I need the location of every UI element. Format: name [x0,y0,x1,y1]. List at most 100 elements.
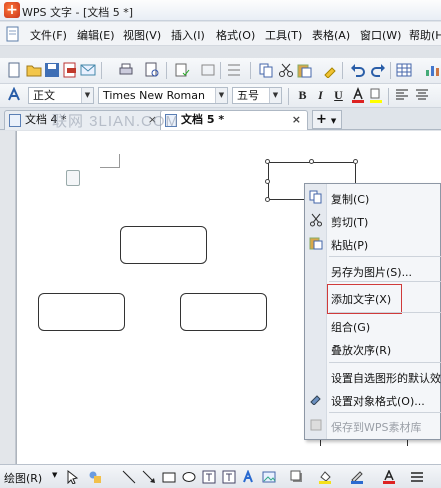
toolbar-separator [220,62,221,79]
paste-icon[interactable] [296,62,312,78]
toolbar-separator [250,62,251,79]
menu-insert[interactable]: 插入(I) [171,27,205,43]
format-table-icon[interactable] [226,62,242,78]
line-style-icon[interactable] [410,470,424,484]
ctx-paste[interactable]: 粘贴(P) [331,237,368,253]
ctx-copy[interactable]: 复制(C) [331,191,369,207]
tab-document-5[interactable]: 文档 5 * × [160,110,308,130]
line-color-icon[interactable] [350,470,364,484]
standard-toolbar [0,58,441,84]
font-select[interactable]: Times New Roman ▼ [98,87,228,104]
font-size-select[interactable]: 五号 ▼ [232,87,282,104]
font-color-icon[interactable] [350,87,366,103]
bold-button[interactable]: B [294,87,311,104]
rounded-rectangle-shape[interactable] [120,226,207,264]
plus-icon: + [316,112,327,127]
ctx-format-object[interactable]: 设置对象格式(O)... [331,393,425,409]
undo-icon[interactable] [350,62,366,78]
print-icon[interactable] [118,62,134,78]
draw-menu-button[interactable]: 绘图(R) [4,470,42,486]
ctx-save-as-image[interactable]: 另存为图片(S)... [331,264,412,280]
export-pdf-icon[interactable] [62,62,78,78]
wordart-icon[interactable] [242,470,256,484]
fill-color-icon[interactable] [318,470,332,484]
track-changes-icon[interactable] [200,62,216,78]
tab-label: 文档 5 * [181,113,225,126]
resize-handle[interactable] [265,197,270,202]
rounded-rectangle-shape[interactable] [38,293,125,331]
rounded-rectangle-shape[interactable] [180,293,267,331]
resize-handle[interactable] [309,159,314,164]
menu-separator [329,412,441,413]
ctx-set-default-shape-effect[interactable]: 设置自选图形的默认效果 [331,370,441,386]
insert-table-icon[interactable] [396,62,412,78]
menu-edit[interactable]: 编辑(E) [77,27,115,43]
menu-window[interactable]: 窗口(W) [360,27,401,43]
spell-check-icon[interactable] [174,62,190,78]
format-painter-icon[interactable] [322,62,338,78]
menu-help[interactable]: 帮助(H) [409,27,441,43]
menu-bar: 文件(F) 编辑(E) 视图(V) 插入(I) 格式(O) 工具(T) 表格(A… [0,22,441,46]
rectangle-icon[interactable] [162,470,176,484]
window-title: WPS 文字 - [文档 5 *] [22,6,134,19]
menu-format[interactable]: 格式(O) [216,27,255,43]
resize-handle[interactable] [265,179,270,184]
ctx-add-text[interactable]: 添加文字(X) [331,291,391,307]
insert-chart-icon[interactable] [424,62,440,78]
context-menu: 复制(C) 剪切(T) 粘贴(P) 另存为图片(S)... 添加文字(X) 组合… [304,183,441,440]
arrow-icon[interactable] [142,470,156,484]
align-left-icon[interactable] [394,87,410,103]
resize-handle[interactable] [353,159,358,164]
ctx-group[interactable]: 组合(G) [331,319,370,335]
copy-icon[interactable] [258,62,274,78]
print-preview-icon[interactable] [144,62,160,78]
material-library-icon [310,419,322,431]
ellipse-icon[interactable] [182,470,196,484]
font-select-value: Times New Roman [103,89,205,102]
align-center-icon[interactable] [414,87,430,103]
menu-separator [329,281,441,282]
autoshapes-icon[interactable] [88,470,102,484]
redo-icon[interactable] [370,62,386,78]
menu-view[interactable]: 视图(V) [123,27,161,43]
mail-icon[interactable] [80,62,96,78]
vertical-ruler[interactable] [0,131,16,464]
paste-icon [309,237,323,250]
insert-picture-icon[interactable] [262,470,276,484]
line-icon[interactable] [122,470,136,484]
text-box-icon[interactable] [202,470,216,484]
toolbar-separator [388,88,389,105]
resize-handle[interactable] [265,159,270,164]
styles-pane-icon[interactable] [6,87,22,103]
menu-separator [329,256,441,257]
italic-button[interactable]: I [312,87,329,104]
menu-table[interactable]: 表格(A) [312,27,350,43]
site-watermark: 联网 3LIAN.COM [52,113,180,130]
toolbar-separator [101,62,102,79]
open-folder-icon[interactable] [26,62,42,78]
vertical-text-box-icon[interactable] [222,470,236,484]
chevron-down-icon: ▼ [81,88,93,103]
menu-tools[interactable]: 工具(T) [265,27,302,43]
ctx-order[interactable]: 叠放次序(R) [331,342,391,358]
cut-icon[interactable] [278,62,294,78]
chevron-down-icon: ▼ [330,117,337,125]
highlight-icon[interactable] [368,87,384,103]
document-menu-icon[interactable] [4,25,22,43]
menu-file[interactable]: 文件(F) [30,27,67,43]
save-icon[interactable] [44,62,60,78]
close-icon[interactable]: × [292,111,301,129]
select-pointer-icon[interactable] [66,470,80,484]
ctx-cut[interactable]: 剪切(T) [331,214,368,230]
ctx-save-to-library: 保存到WPS素材库 [331,421,422,434]
font-color-icon[interactable] [382,470,396,484]
new-tab-button[interactable]: + ▼ [312,110,342,129]
drawing-toolbar: 绘图(R) ▼ [0,464,441,488]
chevron-down-icon: ▼ [215,88,227,103]
style-select[interactable]: 正文 ▼ [28,87,94,104]
new-document-icon[interactable] [6,62,22,78]
underline-button[interactable]: U [330,87,347,104]
shadow-icon[interactable] [290,470,304,484]
object-anchor-icon [66,170,80,186]
chevron-down-icon[interactable]: ▼ [52,471,57,479]
